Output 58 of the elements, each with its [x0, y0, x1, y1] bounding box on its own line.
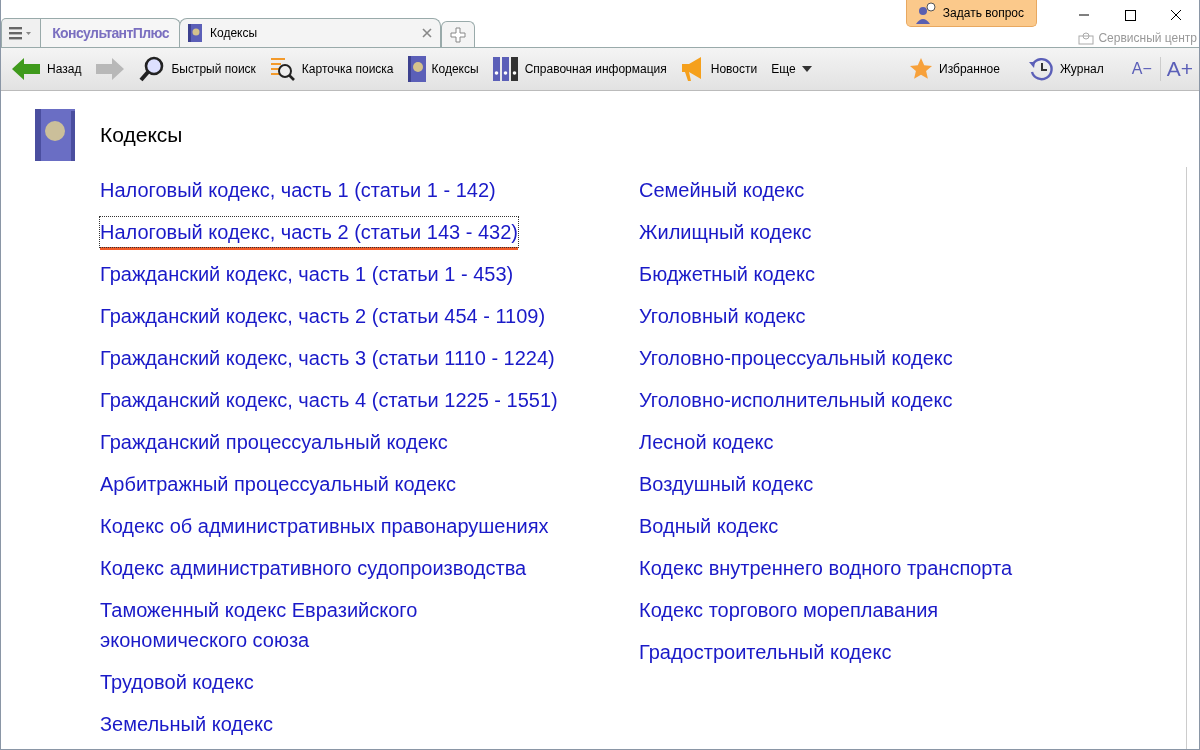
code-link[interactable]: Арбитражный процессуальный кодекс	[100, 469, 456, 499]
left-arrow-icon	[11, 57, 41, 81]
code-link[interactable]: Кодекс административного судопроизводства	[100, 553, 527, 583]
code-link[interactable]: Кодекс об административных правонарушениях	[100, 511, 549, 541]
book-icon	[188, 24, 202, 42]
code-link[interactable]: Налоговый кодекс, часть 2 (статьи 143 - 432)	[100, 217, 518, 247]
tab[interactable]: Кодексы	[179, 18, 441, 47]
code-link[interactable]: Водный кодекс	[639, 511, 779, 541]
code-link[interactable]: Налоговый кодекс, часть 1 (статьи 1 - 142)	[100, 175, 496, 205]
more-button[interactable]: Еще	[771, 62, 812, 76]
book-icon	[407, 56, 426, 82]
close-icon[interactable]	[422, 28, 432, 38]
code-link[interactable]: Земельный кодекс	[100, 709, 274, 739]
code-link[interactable]: Гражданский кодекс, часть 4 (статьи 1225 - 1551)	[100, 385, 558, 415]
code-link[interactable]: Лесной кодекс	[639, 427, 774, 457]
plus-icon	[450, 26, 466, 43]
font-smaller-button[interactable]: A−	[1123, 60, 1160, 78]
history-clock-icon	[1027, 56, 1054, 82]
binders-icon	[492, 56, 519, 82]
code-link[interactable]: Воздушный кодекс	[639, 469, 814, 499]
font-larger-button[interactable]: A+	[1159, 57, 1199, 81]
code-link[interactable]: Гражданский процессуальный кодекс	[100, 427, 448, 457]
codes-button[interactable]: Кодексы	[407, 56, 479, 82]
list-magnifier-icon	[269, 56, 296, 82]
caret-icon	[801, 66, 812, 72]
menu-icon	[9, 26, 33, 40]
star-icon	[909, 57, 934, 81]
reference-button[interactable]: Справочная информация	[492, 56, 667, 82]
code-link[interactable]: Уголовно-исполнительный кодекс	[639, 385, 953, 415]
code-link[interactable]: Таможенный кодекс Евразийского экономического союза	[100, 595, 562, 655]
code-link[interactable]: Кодекс торгового мореплавания	[639, 595, 939, 625]
code-link[interactable]: Жилищный кодекс	[639, 217, 812, 247]
person-question-icon	[914, 2, 937, 24]
right-arrow-icon	[95, 57, 126, 81]
search-icon	[139, 56, 166, 82]
code-link[interactable]: Кодекс внутреннего водного транспорта	[639, 553, 1013, 583]
code-link[interactable]: Трудовой кодекс	[100, 667, 254, 697]
page-title: Кодексы	[100, 123, 183, 147]
search-card-button[interactable]: Карточка поиска	[269, 56, 394, 82]
service-icon	[1078, 31, 1095, 45]
back-button[interactable]: Назад	[11, 57, 82, 81]
favorites-button[interactable]: Избранное	[909, 57, 1000, 81]
journal-button[interactable]: Журнал	[1027, 56, 1104, 82]
code-link[interactable]: Бюджетный кодекс	[639, 259, 815, 289]
code-link[interactable]: Гражданский кодекс, часть 1 (статьи 1 - 453)	[100, 259, 514, 289]
code-link[interactable]: Гражданский кодекс, часть 3 (статьи 1110 - 1224)	[100, 343, 555, 373]
new-tab-button[interactable]	[441, 21, 475, 47]
code-link[interactable]: Уголовно-процессуальный кодекс	[639, 343, 953, 373]
news-button[interactable]: Новости	[680, 56, 758, 82]
menu-button[interactable]	[1, 18, 41, 47]
code-link[interactable]: Градостроительный кодекс	[639, 637, 892, 667]
quick-search-button[interactable]: Быстрый поиск	[139, 56, 256, 82]
book-icon	[35, 109, 75, 161]
code-link[interactable]: Семейный кодекс	[639, 175, 805, 205]
code-link[interactable]: Уголовный кодекс	[639, 301, 806, 331]
code-link[interactable]: Гражданский кодекс, часть 2 (статьи 454 - 1109)	[100, 301, 546, 331]
ask-question-button[interactable]: Задать вопрос	[905, 0, 1037, 27]
app-tab[interactable]: КонсультантПлюс	[41, 18, 181, 47]
